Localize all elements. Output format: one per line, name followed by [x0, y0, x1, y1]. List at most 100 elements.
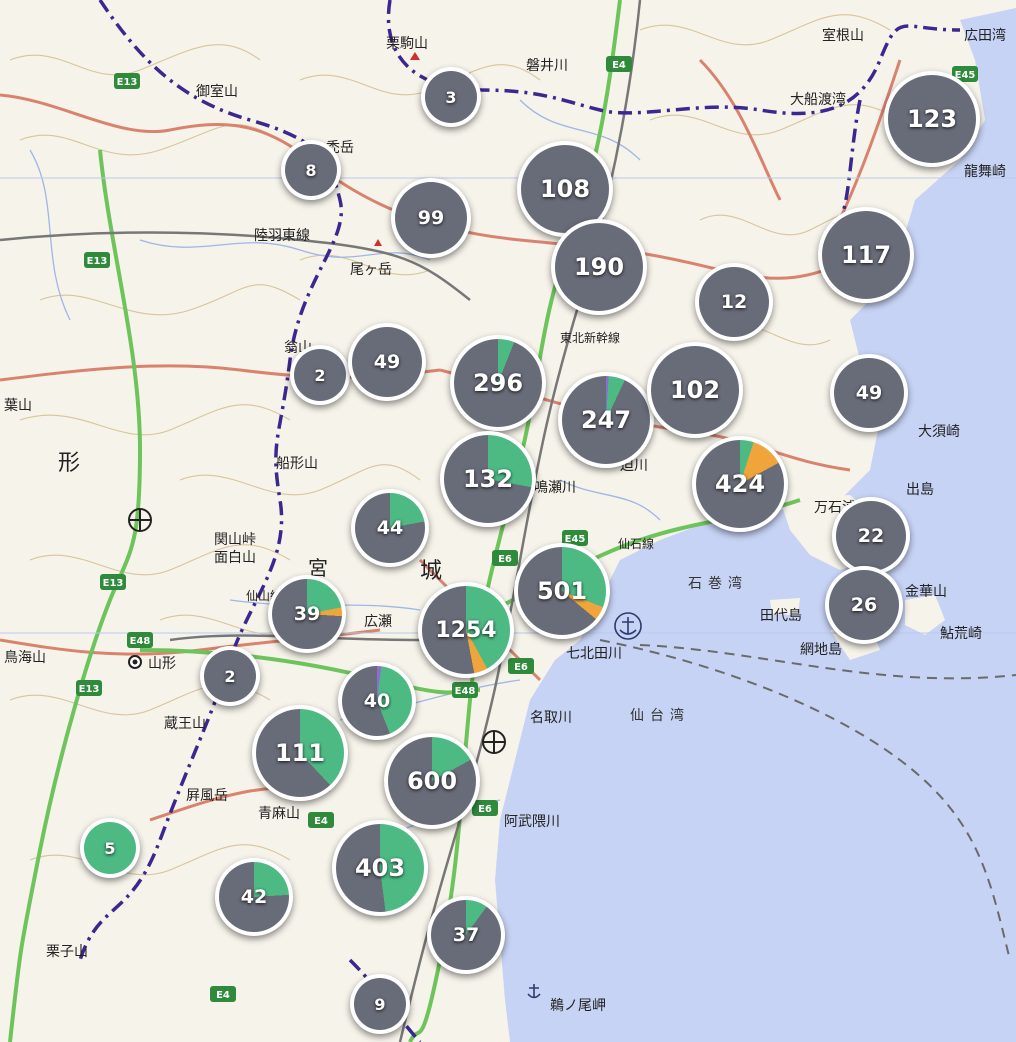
place-label: 鳥海山 [4, 650, 46, 666]
cluster-marker[interactable]: 117 [818, 207, 914, 303]
cluster-count: 8 [305, 160, 317, 180]
shield-label: E6 [514, 662, 528, 673]
cluster-marker[interactable]: 42 [215, 858, 293, 936]
place-label: 阿武隈川 [504, 814, 560, 830]
road-shield: E13 [84, 252, 110, 268]
cluster-count: 99 [417, 207, 445, 229]
port-icon [527, 984, 541, 999]
cluster-marker[interactable]: 5 [80, 818, 140, 878]
place-label: 山形 [148, 656, 176, 672]
shield-label: E48 [455, 686, 476, 697]
cluster-marker[interactable]: 99 [391, 178, 471, 258]
shield-label: E13 [87, 256, 108, 267]
cluster-count: 296 [472, 369, 524, 397]
place-label: 金華山 [905, 584, 947, 600]
place-label: 大船渡湾 [790, 91, 846, 108]
cluster-count: 3 [445, 87, 457, 107]
place-label: 東北新幹線 [560, 330, 620, 345]
cluster-marker[interactable]: 296 [450, 335, 546, 431]
place-label: 栗駒山 [386, 36, 428, 52]
place-label: 鳴瀬川 [534, 480, 576, 496]
place-label: 田代島 [760, 608, 802, 624]
cluster-marker[interactable]: 1254 [418, 582, 514, 678]
cluster-count: 42 [240, 886, 268, 908]
cluster-marker[interactable]: 132 [440, 431, 536, 527]
place-label: 出島 [906, 482, 934, 498]
cluster-marker[interactable]: 26 [825, 566, 903, 644]
cluster-marker[interactable]: 123 [884, 71, 980, 167]
cluster-count: 5 [104, 838, 116, 858]
cluster-count: 424 [714, 470, 766, 498]
cluster-marker[interactable]: 2 [290, 345, 350, 405]
place-label: 御室山 [196, 83, 238, 100]
cluster-count: 40 [363, 690, 391, 712]
place-label: 石巻湾 [688, 575, 748, 592]
cluster-count: 26 [850, 594, 878, 616]
map-view[interactable]: E4 E13 E13 E13 E48 E13 E45 E6 E6 E48 E6 … [0, 0, 1016, 1042]
cluster-marker[interactable]: 102 [647, 342, 743, 438]
cluster-marker[interactable]: 600 [384, 733, 480, 829]
road-shield: E48 [127, 632, 153, 648]
road-shield: E13 [114, 73, 140, 89]
cluster-marker[interactable]: 2 [200, 646, 260, 706]
cluster-marker[interactable]: 501 [514, 543, 610, 639]
cluster-marker[interactable]: 44 [351, 489, 429, 567]
cluster-count: 403 [354, 854, 406, 882]
cluster-count: 39 [293, 603, 321, 625]
cluster-count: 49 [373, 351, 401, 373]
cluster-count: 102 [669, 376, 721, 404]
cluster-marker[interactable]: 111 [252, 705, 348, 801]
road-shield: E13 [100, 574, 126, 590]
shield-label: E13 [103, 578, 124, 589]
place-label: 陸羽東線 [254, 228, 310, 244]
shield-label: E4 [612, 60, 626, 71]
cluster-marker[interactable]: 9 [350, 974, 410, 1034]
cluster-marker[interactable]: 40 [338, 662, 416, 740]
cluster-marker[interactable]: 403 [332, 820, 428, 916]
cluster-count: 44 [376, 517, 404, 539]
cluster-marker[interactable]: 8 [281, 140, 341, 200]
cluster-marker[interactable]: 3 [421, 67, 481, 127]
cluster-marker[interactable]: 424 [692, 436, 788, 532]
place-label: 関山峠 [214, 532, 256, 548]
cluster-count: 12 [720, 291, 748, 313]
cluster-marker[interactable]: 49 [830, 354, 908, 432]
shield-label: E13 [117, 77, 138, 88]
cluster-marker[interactable]: 22 [832, 497, 910, 575]
cluster-marker[interactable]: 49 [348, 323, 426, 401]
place-label: 形 [58, 451, 80, 476]
cluster-count: 117 [840, 241, 892, 269]
place-label: 船形山 [276, 456, 318, 472]
road-shield: E4 [210, 986, 236, 1002]
road-shield: E13 [76, 680, 102, 696]
cluster-marker[interactable]: 39 [268, 575, 346, 653]
place-label: 室根山 [822, 27, 864, 44]
place-label: 網地島 [800, 642, 842, 658]
place-label: 青麻山 [258, 806, 300, 822]
place-label: 仙石線 [618, 536, 654, 551]
cluster-count: 600 [406, 767, 458, 795]
cluster-count: 132 [462, 465, 514, 493]
place-label: 蔵王山 [164, 716, 206, 732]
shield-label: E4 [314, 816, 328, 827]
cluster-count: 111 [274, 739, 326, 767]
ferry-route [599, 639, 1011, 961]
cluster-count: 49 [855, 382, 883, 404]
cluster-count: 501 [536, 577, 588, 605]
road-shield: E48 [452, 682, 478, 698]
place-label: 七北田川 [566, 646, 622, 662]
place-label: 葉山 [4, 398, 32, 414]
cluster-marker[interactable]: 247 [558, 372, 654, 468]
place-label: 尾ヶ岳 [350, 262, 392, 278]
island [905, 595, 945, 635]
city-marker-icon [128, 655, 142, 669]
place-label: 広田湾 [964, 27, 1006, 44]
cluster-marker[interactable]: 12 [695, 263, 773, 341]
place-label: 磐井川 [526, 58, 568, 74]
cluster-marker[interactable]: 190 [551, 219, 647, 315]
cluster-marker[interactable]: 37 [427, 896, 505, 974]
cluster-count: 37 [452, 924, 480, 946]
place-label: 仙台湾 [630, 707, 690, 724]
shield-label: E4 [216, 990, 230, 1001]
airport-icon [482, 730, 506, 754]
